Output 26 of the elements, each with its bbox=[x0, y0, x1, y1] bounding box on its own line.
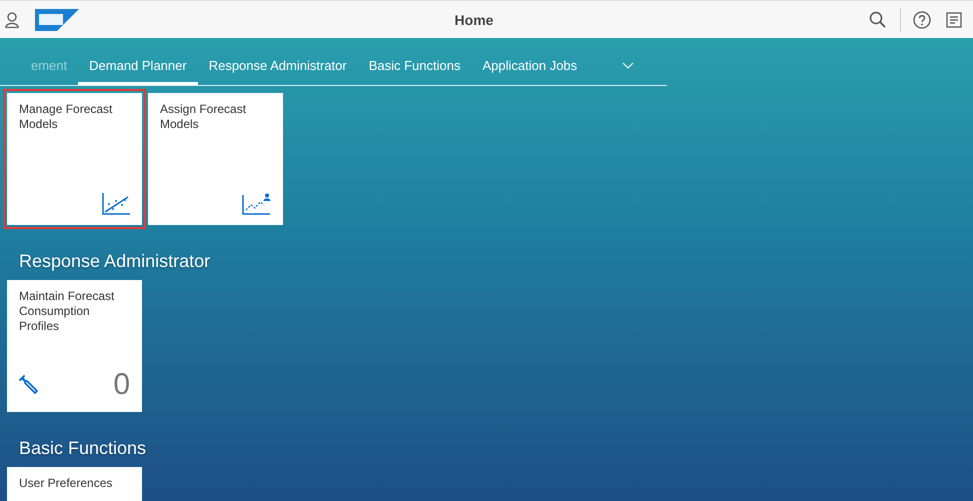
app-tile[interactable]: Assign Forecast Models bbox=[148, 93, 283, 225]
tile-number: 0 bbox=[113, 368, 130, 402]
scatter-chart-icon bbox=[102, 193, 130, 215]
chart-person-icon bbox=[242, 193, 271, 215]
tile-title: Maintain Forecast Consumption Profiles bbox=[19, 289, 116, 334]
search-icon[interactable] bbox=[869, 11, 886, 28]
anchor-tab[interactable]: Demand Planner bbox=[78, 38, 198, 85]
app-tile[interactable]: Maintain Forecast Consumption Profiles 0 bbox=[7, 280, 142, 412]
tile-title: Manage Forecast Models bbox=[19, 102, 114, 132]
chevron-down-icon[interactable] bbox=[622, 62, 634, 70]
anchor-tab[interactable]: ement bbox=[0, 38, 78, 85]
anchor-tab[interactable]: Response Administrator bbox=[198, 38, 358, 85]
help-icon[interactable] bbox=[913, 10, 931, 28]
anchor-tab[interactable]: Application Jobs bbox=[471, 38, 588, 85]
group-title: Response Administrator bbox=[19, 251, 212, 272]
user-icon[interactable] bbox=[5, 12, 19, 28]
anchor-tab[interactable]: Basic Functions bbox=[358, 38, 472, 85]
group-title: Basic Functions bbox=[19, 438, 148, 459]
tile-title: Assign Forecast Models bbox=[160, 102, 248, 132]
page-title: Home bbox=[454, 12, 494, 28]
logo-icon[interactable] bbox=[35, 8, 79, 30]
wrench-icon bbox=[19, 375, 39, 395]
notifications-icon[interactable] bbox=[945, 12, 963, 28]
tile-title: User Preferences bbox=[19, 476, 114, 491]
app-tile[interactable]: Manage Forecast Models bbox=[7, 93, 142, 225]
app-tile[interactable]: User Preferences bbox=[7, 467, 142, 501]
